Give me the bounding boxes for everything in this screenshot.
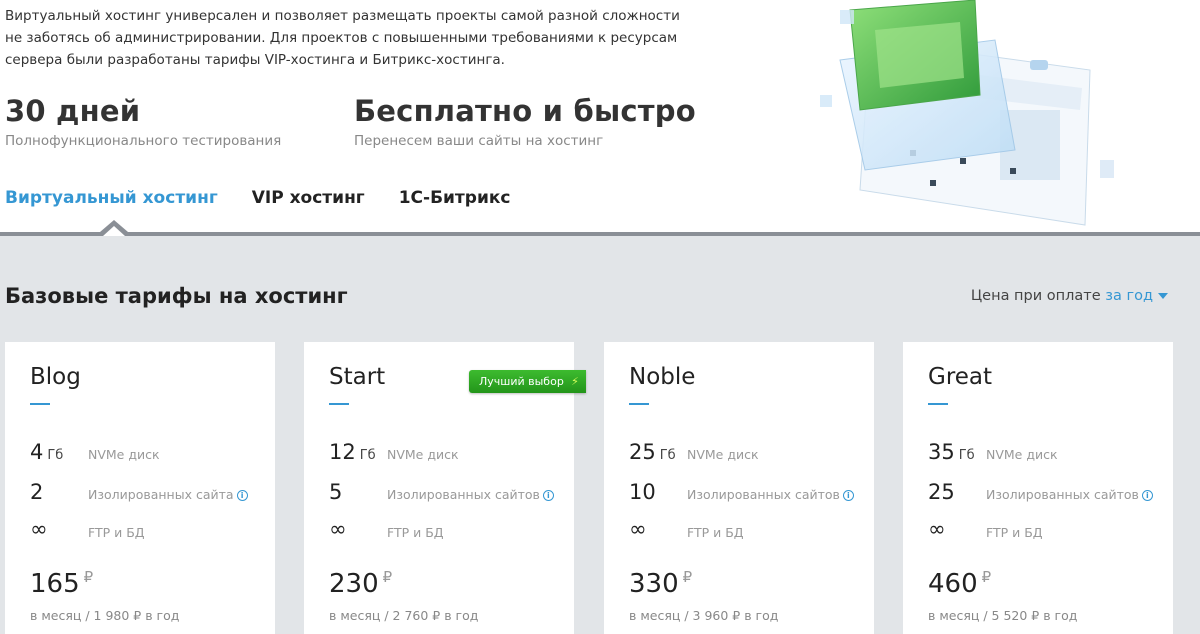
plan-price-value: 460 <box>928 569 978 599</box>
plan-price-period: в месяц / 1 980 ₽ в год <box>30 608 180 623</box>
plan-sites-row: 25 Изолированных сайтов i <box>928 480 1168 508</box>
plan-price-period: в месяц / 5 520 ₽ в год <box>928 608 1078 623</box>
disk-unit: Гб <box>958 448 975 463</box>
plan-sites-label: Изолированных сайта <box>88 487 234 502</box>
plan-ftp-row: ∞ FTP и БД <box>30 518 270 546</box>
plan-sites-value: 5 <box>329 480 343 504</box>
plan-disk-label: NVMe диск <box>387 447 459 462</box>
plan-ftp-label: FTP и БД <box>88 525 145 540</box>
plan-disk-value: 35 <box>928 440 955 464</box>
plan-price: 230 ₽ <box>329 568 392 599</box>
plan-sites-label: Изолированных сайтов <box>687 487 840 502</box>
plan-sites-row: 5 Изолированных сайтов i <box>329 480 569 508</box>
active-tab-pointer-fill <box>103 226 125 236</box>
plan-sites-value: 10 <box>629 480 656 504</box>
plan-card-noble[interactable]: Noble 25 Гб NVMe диск 10 Изолированных са… <box>604 342 874 634</box>
plan-name-underline <box>329 403 349 405</box>
intro-text: Виртуальный хостинг универсален и позвол… <box>5 8 680 68</box>
plan-disk-label: NVMe диск <box>687 447 759 462</box>
plan-price-value: 230 <box>329 569 379 599</box>
stat-trial-value: 30 дней <box>5 94 141 128</box>
best-choice-badge: Лучший выбор ⚡ <box>469 370 586 393</box>
plan-sites-row: 2 Изолированных сайта i <box>30 480 270 508</box>
stat-trial-caption: Полнофункционального тестирования <box>5 133 282 149</box>
plan-ftp-row: ∞ FTP и БД <box>629 518 869 546</box>
lightning-icon: ⚡ <box>571 375 579 388</box>
plan-name: Start <box>329 364 386 390</box>
plan-card-great[interactable]: Great 35 Гб NVMe диск 25 Изолированных са… <box>903 342 1173 634</box>
infinity-icon: ∞ <box>629 517 647 541</box>
ruble-sign: ₽ <box>83 568 94 586</box>
stat-migration: Бесплатно и быстро Перенесем ваши сайты … <box>354 93 696 149</box>
disk-unit: Гб <box>659 448 676 463</box>
ruble-sign: ₽ <box>682 568 693 586</box>
hosting-tabs: Виртуальный хостинг VIP хостинг 1С-Битри… <box>5 188 544 208</box>
section-title: Базовые тарифы на хостинг <box>5 284 348 308</box>
infinity-icon: ∞ <box>928 517 946 541</box>
plan-name: Noble <box>629 364 696 390</box>
plan-disk-row: 35 Гб NVMe диск <box>928 440 1168 468</box>
price-period-dropdown[interactable]: за год <box>1105 288 1153 304</box>
info-icon[interactable]: i <box>842 490 854 501</box>
stat-migration-value: Бесплатно и быстро <box>354 94 696 128</box>
plan-name: Great <box>928 364 993 390</box>
tariffs-panel: Базовые тарифы на хостинг Цена при оплат… <box>0 220 1200 634</box>
plan-disk-value: 25 <box>629 440 656 464</box>
plan-disk-label: NVMe диск <box>88 447 160 462</box>
plan-sites-value: 2 <box>30 480 44 504</box>
plan-card-start[interactable]: Start Лучший выбор ⚡ 12 Гб NVMe диск 5 Изо… <box>304 342 586 634</box>
tab-bitrix[interactable]: 1С-Битрикс <box>399 188 511 208</box>
disk-unit: Гб <box>47 448 64 463</box>
plan-ftp-label: FTP и БД <box>986 525 1043 540</box>
plan-price-value: 330 <box>629 569 679 599</box>
price-period-prefix: Цена при оплате <box>970 288 1106 304</box>
plan-price: 165 ₽ <box>30 568 93 599</box>
plan-disk-row: 25 Гб NVMe диск <box>629 440 869 468</box>
hosting-illustration <box>820 0 1114 226</box>
ruble-sign: ₽ <box>382 568 393 586</box>
best-choice-label: Лучший выбор <box>479 375 564 388</box>
tab-virtual-hosting[interactable]: Виртуальный хостинг <box>5 188 218 208</box>
stat-trial: 30 дней Полнофункционального тестировани… <box>5 93 281 149</box>
info-icon[interactable]: i <box>1141 490 1153 501</box>
plan-disk-label: NVMe диск <box>986 447 1058 462</box>
ruble-sign: ₽ <box>981 568 992 586</box>
price-period-selector: Цена при оплате за год <box>971 288 1168 304</box>
plan-price-period: в месяц / 2 760 ₽ в год <box>329 608 479 623</box>
plan-disk-row: 12 Гб NVMe диск <box>329 440 569 468</box>
plan-ftp-row: ∞ FTP и БД <box>329 518 569 546</box>
info-icon[interactable]: i <box>236 490 248 501</box>
plan-price-value: 165 <box>30 569 80 599</box>
plan-price: 330 ₽ <box>629 568 692 599</box>
plan-name-underline <box>928 403 948 405</box>
plan-name-underline <box>629 403 649 405</box>
plan-name: Blog <box>30 364 81 390</box>
plan-disk-value: 12 <box>329 440 356 464</box>
plan-sites-label: Изолированных сайтов <box>387 487 540 502</box>
disk-unit: Гб <box>359 448 376 463</box>
info-icon[interactable]: i <box>542 490 554 501</box>
plan-ftp-label: FTP и БД <box>387 525 444 540</box>
stat-migration-caption: Перенесем ваши сайты на хостинг <box>354 133 604 149</box>
infinity-icon: ∞ <box>329 517 347 541</box>
plan-price: 460 ₽ <box>928 568 991 599</box>
plan-sites-row: 10 Изолированных сайтов i <box>629 480 869 508</box>
plan-ftp-row: ∞ FTP и БД <box>928 518 1168 546</box>
infinity-icon: ∞ <box>30 517 48 541</box>
plan-disk-value: 4 <box>30 440 44 464</box>
plan-sites-label: Изолированных сайтов <box>986 487 1139 502</box>
plan-name-underline <box>30 403 50 405</box>
plan-disk-row: 4 Гб NVMe диск <box>30 440 270 468</box>
tab-vip-hosting[interactable]: VIP хостинг <box>252 188 365 208</box>
plan-sites-value: 25 <box>928 480 955 504</box>
plan-ftp-label: FTP и БД <box>687 525 744 540</box>
plan-price-period: в месяц / 3 960 ₽ в год <box>629 608 779 623</box>
plan-card-blog[interactable]: Blog 4 Гб NVMe диск 2 Изолированных сайта… <box>5 342 275 634</box>
header-area: Виртуальный хостинг универсален и позвол… <box>0 0 1200 232</box>
chevron-down-icon[interactable] <box>1158 293 1168 299</box>
